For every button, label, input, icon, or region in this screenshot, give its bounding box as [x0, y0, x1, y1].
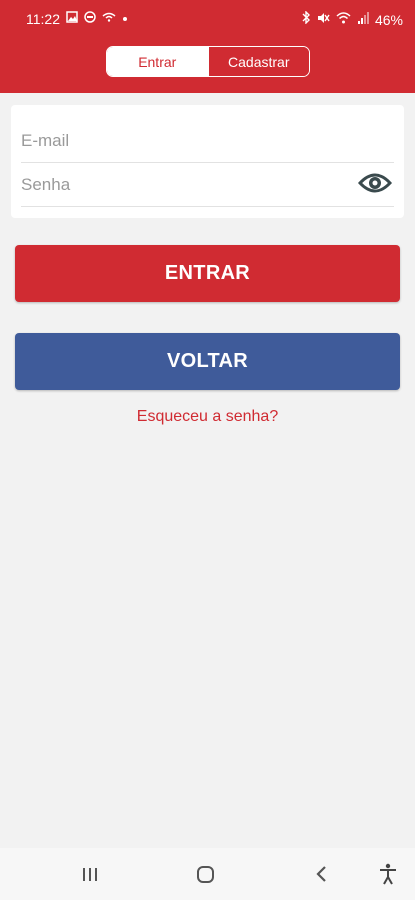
dot-icon	[122, 12, 128, 26]
battery-level: 46%	[374, 11, 403, 28]
signal-icon	[357, 11, 369, 28]
status-left: 11:22	[26, 11, 128, 27]
status-bar: 11:22 46%	[0, 0, 415, 38]
app-header: 11:22 46% Entrar Cadastrar	[0, 0, 415, 93]
forgot-password-link[interactable]: Esqueceu a senha?	[0, 408, 415, 426]
password-field-row	[21, 163, 394, 207]
tab-entrar[interactable]: Entrar	[107, 47, 208, 76]
password-field[interactable]	[21, 163, 341, 206]
recents-icon[interactable]	[76, 860, 104, 888]
status-right: 46%	[301, 10, 403, 28]
wifi-ant-icon	[102, 12, 116, 26]
back-icon[interactable]	[308, 860, 336, 888]
email-field-row	[21, 119, 394, 163]
back-button[interactable]: VOLTAR	[15, 333, 400, 390]
clock: 11:22	[26, 11, 60, 27]
login-form-card	[11, 105, 404, 218]
mute-icon	[317, 12, 330, 28]
system-nav-bar	[0, 848, 415, 900]
login-button[interactable]: ENTRAR	[15, 245, 400, 302]
ring-icon	[84, 11, 96, 27]
wifi-icon	[336, 11, 351, 28]
accessibility-icon[interactable]	[374, 860, 402, 888]
eye-icon[interactable]	[357, 171, 393, 195]
bluetooth-icon	[301, 10, 311, 28]
auth-tabs: Entrar Cadastrar	[106, 46, 310, 77]
email-field[interactable]	[21, 119, 341, 162]
tab-cadastrar[interactable]: Cadastrar	[207, 47, 309, 76]
home-icon[interactable]	[192, 860, 220, 888]
image-icon	[66, 11, 78, 27]
